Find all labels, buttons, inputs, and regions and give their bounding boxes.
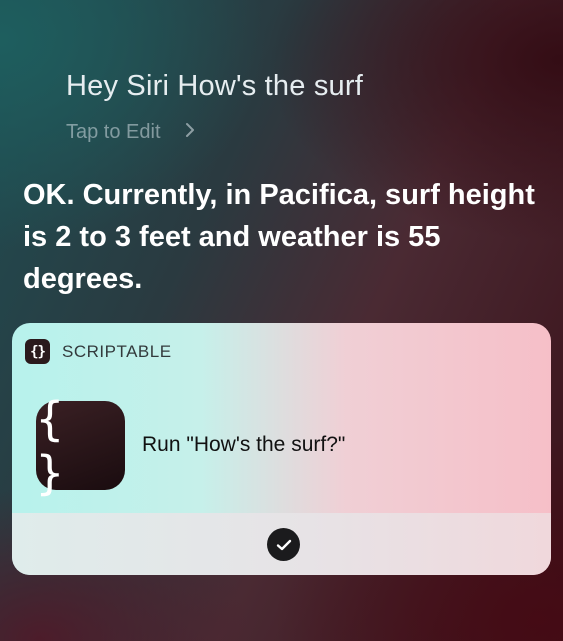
app-header: {} SCRIPTABLE [25,339,172,364]
siri-query-text: Hey Siri How's the surf [66,70,363,102]
tap-to-edit-label: Tap to Edit [66,121,161,143]
run-shortcut-label: Run "How's the surf?" [142,433,346,456]
chevron-right-icon [185,122,195,143]
scriptable-app-icon: { } [36,392,125,500]
shortcut-card[interactable]: {} SCRIPTABLE { } Run "How's the surf?" [12,323,551,575]
app-name-label: SCRIPTABLE [62,341,172,361]
tap-to-edit-link[interactable]: Tap to Edit [66,121,195,144]
scriptable-small-icon: {} [25,339,50,364]
siri-response-text: OK. Currently, in Pacifica, surf height … [23,179,535,295]
checkmark-circle-icon [267,528,300,561]
